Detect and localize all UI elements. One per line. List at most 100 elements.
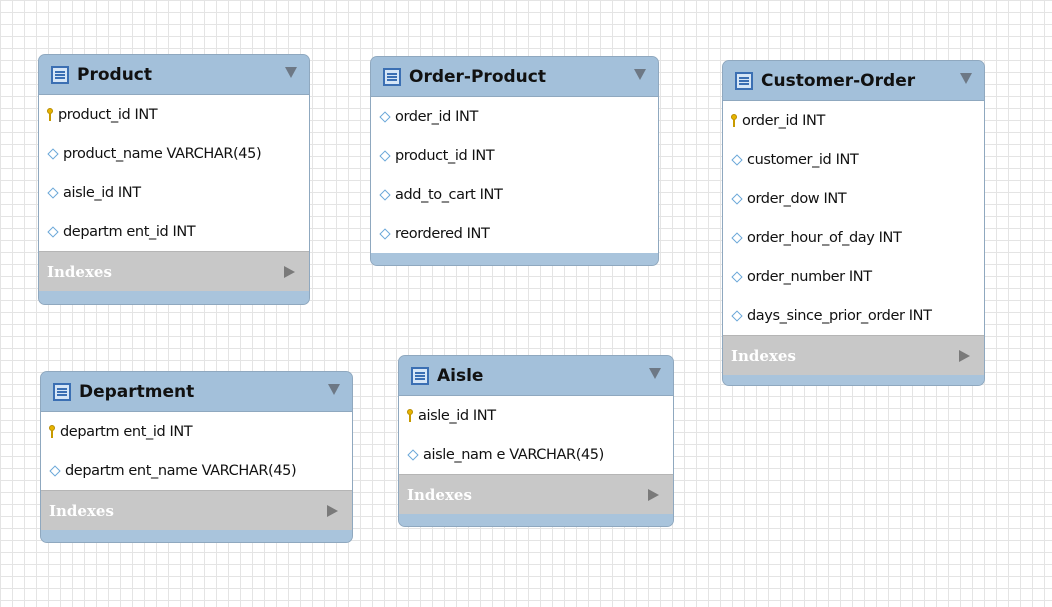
column-row[interactable]: product_name VARCHAR(45) [39, 134, 309, 173]
diamond-icon [731, 192, 743, 205]
triangle-down-icon[interactable] [960, 73, 972, 84]
table-footer [371, 253, 658, 265]
column-row[interactable]: product_id INT [371, 136, 658, 175]
diamond-icon [379, 188, 391, 201]
column-label: departm ent_name VARCHAR(45) [65, 462, 297, 479]
indexes-label: Indexes [47, 262, 112, 281]
table-header[interactable]: Customer-Order [723, 61, 984, 101]
key-icon [407, 408, 413, 423]
table-department[interactable]: Department departm ent_id INT departm en… [40, 371, 353, 543]
table-icon [53, 382, 71, 401]
column-label: departm ent_id INT [63, 223, 196, 240]
column-row[interactable]: order_id INT [371, 97, 658, 136]
triangle-right-icon[interactable] [284, 266, 295, 278]
column-label: order_number INT [747, 268, 872, 285]
triangle-right-icon[interactable] [327, 505, 338, 517]
indexes-section[interactable]: Indexes [41, 490, 352, 530]
column-label: product_name VARCHAR(45) [63, 145, 262, 162]
table-header[interactable]: Product [39, 55, 309, 95]
table-aisle[interactable]: Aisle aisle_id INT aisle_nam e VARCHAR(4… [398, 355, 674, 527]
column-list: departm ent_id INT departm ent_name VARC… [41, 412, 352, 490]
column-row[interactable]: days_since_prior_order INT [723, 296, 984, 335]
triangle-right-icon[interactable] [959, 350, 970, 362]
column-list: order_id INT product_id INT add_to_cart … [371, 97, 658, 253]
diagram-canvas[interactable]: Product product_id INT product_name VARC… [0, 0, 1052, 607]
key-icon [47, 107, 53, 122]
diamond-icon [407, 448, 419, 461]
table-product[interactable]: Product product_id INT product_name VARC… [38, 54, 310, 305]
indexes-label: Indexes [49, 501, 114, 520]
column-row[interactable]: departm ent_name VARCHAR(45) [41, 451, 352, 490]
diamond-icon [47, 225, 59, 238]
diamond-icon [731, 309, 743, 322]
column-row[interactable]: departm ent_id INT [39, 212, 309, 251]
table-title: Order-Product [409, 66, 546, 87]
table-customer-order[interactable]: Customer-Order order_id INT customer_id … [722, 60, 985, 386]
column-label: product_id INT [395, 147, 495, 164]
column-row[interactable]: aisle_id INT [39, 173, 309, 212]
column-row[interactable]: add_to_cart INT [371, 175, 658, 214]
table-footer [399, 514, 673, 526]
table-footer [723, 375, 984, 385]
triangle-down-icon[interactable] [649, 368, 661, 379]
column-label: departm ent_id INT [60, 423, 193, 440]
diamond-icon [379, 227, 391, 240]
column-label: order_id INT [742, 112, 825, 129]
table-title: Aisle [437, 365, 484, 386]
column-label: order_dow INT [747, 190, 847, 207]
column-label: add_to_cart INT [395, 186, 503, 203]
diamond-icon [49, 464, 61, 477]
column-row[interactable]: departm ent_id INT [41, 412, 352, 451]
indexes-section[interactable]: Indexes [723, 335, 984, 375]
column-label: product_id INT [58, 106, 158, 123]
indexes-label: Indexes [407, 485, 472, 504]
diamond-icon [731, 270, 743, 283]
triangle-down-icon[interactable] [634, 69, 646, 80]
table-title: Customer-Order [761, 70, 916, 91]
column-row[interactable]: aisle_nam e VARCHAR(45) [399, 435, 673, 474]
diamond-icon [47, 186, 59, 199]
table-footer [39, 291, 309, 304]
table-header[interactable]: Aisle [399, 356, 673, 396]
table-title: Department [79, 381, 195, 402]
column-label: order_id INT [395, 108, 478, 125]
triangle-down-icon[interactable] [285, 67, 297, 78]
diamond-icon [731, 153, 743, 166]
column-list: product_id INT product_name VARCHAR(45) … [39, 95, 309, 251]
diamond-icon [379, 149, 391, 162]
table-header[interactable]: Department [41, 372, 352, 412]
table-icon [735, 71, 753, 90]
column-row[interactable]: aisle_id INT [399, 396, 673, 435]
indexes-section[interactable]: Indexes [399, 474, 673, 514]
table-title: Product [77, 64, 152, 85]
column-label: days_since_prior_order INT [747, 307, 932, 324]
diamond-icon [731, 231, 743, 244]
column-row[interactable]: customer_id INT [723, 140, 984, 179]
table-order-product[interactable]: Order-Product order_id INT product_id IN… [370, 56, 659, 266]
column-row[interactable]: order_dow INT [723, 179, 984, 218]
column-row[interactable]: reordered INT [371, 214, 658, 253]
key-icon [49, 424, 55, 439]
column-list: order_id INT customer_id INT order_dow I… [723, 101, 984, 335]
column-label: customer_id INT [747, 151, 859, 168]
column-label: aisle_id INT [418, 407, 496, 424]
column-row[interactable]: order_number INT [723, 257, 984, 296]
column-row[interactable]: order_hour_of_day INT [723, 218, 984, 257]
column-label: aisle_id INT [63, 184, 141, 201]
diamond-icon [379, 110, 391, 123]
column-label: aisle_nam e VARCHAR(45) [423, 446, 604, 463]
key-icon [731, 113, 737, 128]
table-header[interactable]: Order-Product [371, 57, 658, 97]
indexes-section[interactable]: Indexes [39, 251, 309, 291]
table-icon [51, 65, 69, 84]
diamond-icon [47, 147, 59, 160]
table-icon [411, 366, 429, 385]
column-label: order_hour_of_day INT [747, 229, 902, 246]
column-list: aisle_id INT aisle_nam e VARCHAR(45) [399, 396, 673, 474]
triangle-down-icon[interactable] [328, 384, 340, 395]
column-row[interactable]: order_id INT [723, 101, 984, 140]
column-row[interactable]: product_id INT [39, 95, 309, 134]
table-icon [383, 67, 401, 86]
indexes-label: Indexes [731, 346, 796, 365]
triangle-right-icon[interactable] [648, 489, 659, 501]
